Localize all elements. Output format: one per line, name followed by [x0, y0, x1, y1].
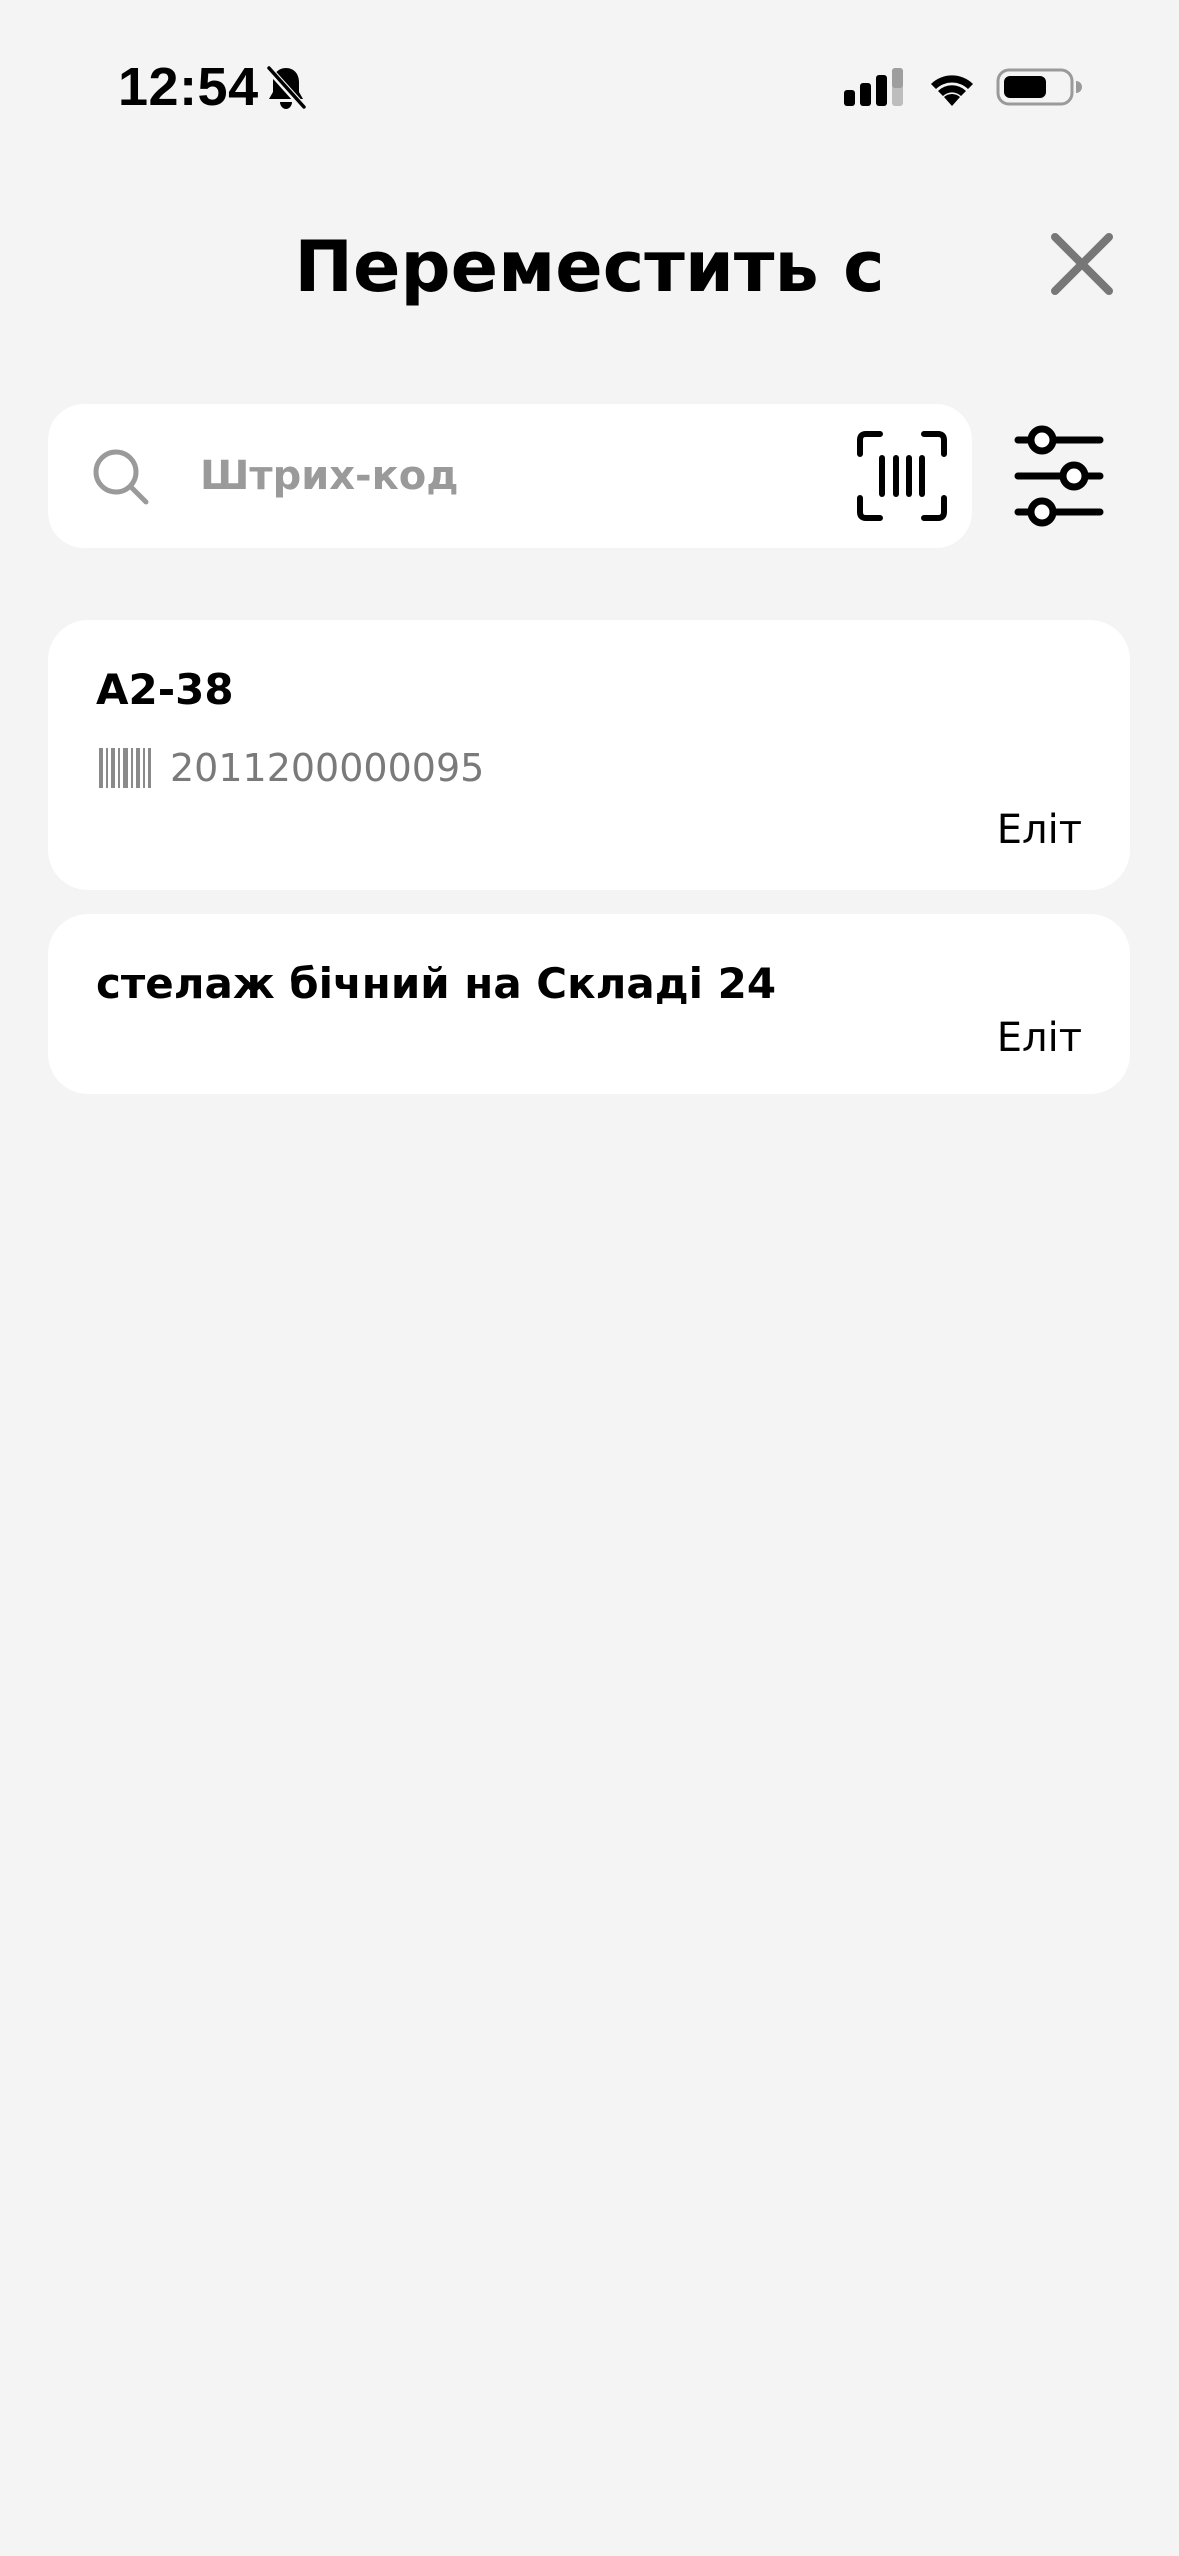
scan-barcode-button[interactable]	[854, 428, 950, 524]
search-input[interactable]	[200, 438, 880, 514]
barcode-icon	[99, 748, 151, 788]
close-button[interactable]	[1040, 222, 1124, 306]
location-owner: Еліт	[996, 1015, 1082, 1061]
cellular-signal-icon	[844, 68, 903, 106]
page-title: Переместить с	[294, 226, 885, 308]
location-list-item[interactable]: стелаж бічний на Складі 24 Еліт	[48, 914, 1130, 1094]
barcode-row: 2011200000095	[98, 744, 484, 792]
search-icon	[93, 449, 149, 505]
location-list-item[interactable]: А2-38 2011200000095 Еліт	[48, 620, 1130, 890]
barcode-scan-icon	[857, 431, 947, 521]
wifi-icon	[931, 75, 973, 106]
close-icon	[1051, 233, 1113, 295]
status-time: 12:54	[118, 57, 259, 117]
status-bar: 12:54	[0, 0, 1179, 170]
sliders-filter-icon	[1014, 425, 1104, 527]
filter-button[interactable]	[1012, 424, 1106, 528]
search-box	[48, 404, 972, 548]
screen: 12:54 Переместить с Штрих-код А2-38 2011…	[0, 0, 1179, 2556]
bell-slash-icon	[265, 65, 307, 111]
battery-icon	[996, 68, 1082, 106]
location-name: стелаж бічний на Складі 24	[96, 959, 777, 1008]
location-name: А2-38	[96, 665, 234, 714]
location-barcode: 2011200000095	[170, 746, 485, 790]
location-owner: Еліт	[996, 807, 1082, 853]
